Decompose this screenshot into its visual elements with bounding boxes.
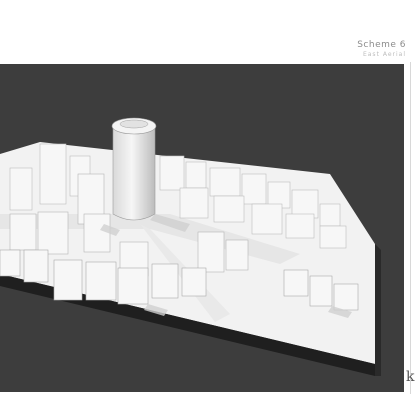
view-subtitle: East Aerial bbox=[362, 51, 406, 58]
model-base-side bbox=[375, 244, 381, 376]
sheet-divider bbox=[410, 62, 411, 394]
landmark-tower bbox=[111, 117, 157, 221]
scheme-title: Scheme 6 bbox=[357, 40, 406, 50]
brand-logo-fragment: k bbox=[406, 369, 415, 385]
city-model-illustration bbox=[0, 117, 381, 376]
aerial-render bbox=[0, 64, 404, 392]
presentation-sheet: Scheme 6 East Aerial k bbox=[0, 0, 420, 420]
